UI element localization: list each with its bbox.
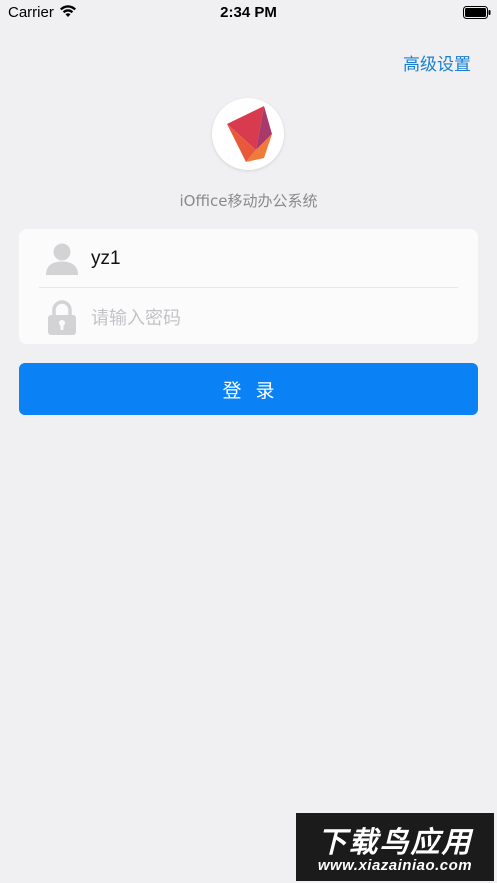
- username-row[interactable]: yz1: [19, 229, 478, 286]
- lock-icon: [45, 300, 79, 336]
- username-field[interactable]: yz1: [91, 248, 121, 270]
- app-name: iOffice移动办公系统: [179, 192, 318, 210]
- login-card: yz1: [19, 229, 478, 344]
- password-row[interactable]: [19, 288, 478, 345]
- status-time: 2:34 PM: [220, 4, 277, 21]
- login-button[interactable]: 登录: [19, 363, 478, 415]
- status-bar: Carrier 2:34 PM: [0, 0, 497, 26]
- watermark-url: www.xiazainiao.com: [317, 857, 473, 874]
- user-icon: [45, 241, 79, 277]
- advanced-settings-link[interactable]: 高级设置: [403, 50, 471, 75]
- password-field[interactable]: [91, 302, 451, 334]
- app-logo: [212, 98, 284, 170]
- watermark-logo: 下载鸟应用 www.xiazainiao.com: [296, 813, 494, 881]
- watermark-title: 下载鸟应用: [317, 825, 473, 859]
- battery-icon: [463, 6, 491, 19]
